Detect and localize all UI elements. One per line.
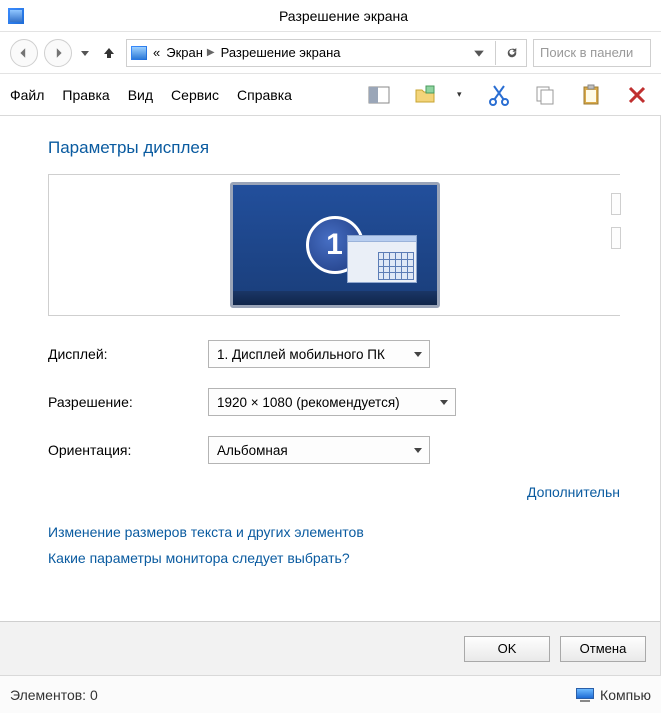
refresh-button[interactable] (502, 40, 522, 66)
menu-help[interactable]: Справка (237, 87, 292, 103)
back-button[interactable] (10, 39, 38, 67)
location-icon (131, 46, 147, 60)
link-text-scaling[interactable]: Изменение размеров текста и других элеме… (48, 524, 620, 540)
select-display[interactable]: 1. Дисплей мобильного ПК (208, 340, 430, 368)
button-bar: OK Отмена (0, 621, 660, 675)
chevron-down-icon (431, 395, 449, 410)
select-orientation-value: Альбомная (217, 443, 288, 458)
delete-icon[interactable] (623, 81, 651, 109)
titlebar: Разрешение экрана (0, 0, 661, 32)
menu-view[interactable]: Вид (128, 87, 153, 103)
menu-service[interactable]: Сервис (171, 87, 219, 103)
link-additional-settings[interactable]: Дополнительн (527, 484, 620, 500)
folder-options-dropdown-icon[interactable]: ▾ (457, 89, 467, 100)
address-bar[interactable]: « Экран ▶ Разрешение экрана (126, 39, 527, 67)
chevron-down-icon (405, 443, 423, 458)
address-dropdown-icon[interactable] (469, 40, 489, 66)
ok-button[interactable]: OK (464, 636, 550, 662)
search-input[interactable]: Поиск в панели (533, 39, 651, 67)
menu-edit[interactable]: Правка (62, 87, 109, 103)
address-divider (495, 41, 496, 65)
select-display-value: 1. Дисплей мобильного ПК (217, 347, 385, 362)
select-resolution-value: 1920 × 1080 (рекомендуется) (217, 395, 400, 410)
cancel-button-label: Отмена (580, 641, 627, 656)
search-placeholder: Поиск в панели (540, 45, 633, 60)
status-computer-label: Компью (600, 687, 651, 703)
status-item-count: Элементов: 0 (10, 687, 98, 703)
label-resolution: Разрешение: (48, 394, 208, 410)
select-resolution[interactable]: 1920 × 1080 (рекомендуется) (208, 388, 456, 416)
chevron-down-icon (405, 347, 423, 362)
label-orientation: Ориентация: (48, 442, 208, 458)
history-dropdown-icon[interactable] (78, 39, 92, 67)
navbar: « Экран ▶ Разрешение экрана Поиск в пане… (0, 32, 661, 74)
label-display: Дисплей: (48, 346, 208, 362)
page-title: Параметры дисплея (48, 138, 620, 158)
breadcrumb-screen[interactable]: Экран ▶ (166, 45, 214, 60)
content-area: Параметры дисплея 1 Дисплей: 1. Дисплей … (0, 116, 661, 675)
cut-icon[interactable] (485, 81, 513, 109)
breadcrumb-resolution[interactable]: Разрешение экрана (221, 45, 341, 60)
layout-pane-icon[interactable] (365, 81, 393, 109)
cancel-button[interactable]: Отмена (560, 636, 646, 662)
display-preview-box: 1 (48, 174, 620, 316)
breadcrumb-root[interactable]: « (153, 45, 160, 60)
app-icon (8, 8, 24, 24)
detect-button-stub[interactable] (611, 193, 621, 215)
menubar: Файл Правка Вид Сервис Справка ▾ (0, 74, 661, 116)
monitor-thumbnail[interactable]: 1 (230, 182, 440, 308)
window-title: Разрешение экрана (34, 8, 653, 24)
copy-icon[interactable] (531, 81, 559, 109)
taskbar-preview-icon (347, 235, 417, 283)
computer-icon (576, 688, 594, 702)
up-button[interactable] (98, 39, 120, 67)
link-monitor-help[interactable]: Какие параметры монитора следует выбрать… (48, 550, 620, 566)
breadcrumb-quote: « (153, 45, 160, 60)
breadcrumb-sep-icon: ▶ (207, 47, 215, 58)
identify-button-stub[interactable] (611, 227, 621, 249)
monitor-number: 1 (326, 228, 343, 262)
forward-button[interactable] (44, 39, 72, 67)
paste-icon[interactable] (577, 81, 605, 109)
menu-file[interactable]: Файл (10, 87, 44, 103)
select-orientation[interactable]: Альбомная (208, 436, 430, 464)
statusbar: Элементов: 0 Компью (0, 675, 661, 713)
folder-options-icon[interactable] (411, 81, 439, 109)
breadcrumb-label-1: Разрешение экрана (221, 45, 341, 60)
ok-button-label: OK (498, 641, 517, 656)
breadcrumb-label-0: Экран (166, 45, 203, 60)
